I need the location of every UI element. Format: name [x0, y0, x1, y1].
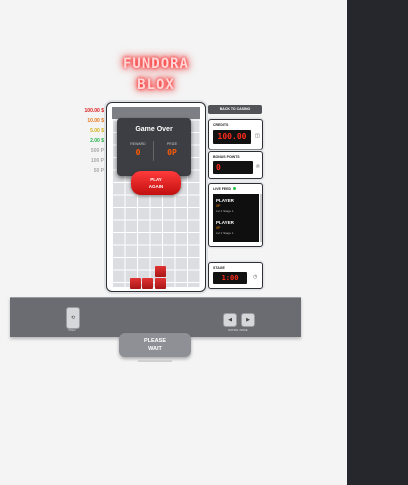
play-again-line-1: PLAY — [150, 177, 162, 182]
stage-label: STAGE — [213, 266, 225, 270]
bonus-points-label: BONUS POINTS — [213, 155, 240, 159]
play-again-line-2: AGAIN — [148, 184, 164, 189]
live-feed-label: LIVE FEED — [213, 187, 232, 191]
stacked-block — [155, 278, 166, 289]
live-feed-stage: Lvl 1 Stage 1 — [216, 231, 234, 235]
right-dark-panel — [347, 0, 408, 485]
prize-value: 0P — [167, 148, 177, 157]
live-feed-scrollbar[interactable] — [260, 194, 262, 242]
status-subtext — [138, 360, 172, 362]
paytable: 100.00 $ 10.00 $ 5.00 $ 2.00 $ 500 P 100… — [66, 106, 110, 176]
reward-block: REWARD 0 — [123, 142, 153, 157]
live-feed-stage: Lvl 1 Stage 1 — [216, 209, 234, 213]
live-feed-points: 0P — [216, 226, 221, 230]
paytable-row: 10.00 $ — [66, 116, 110, 126]
paytable-row: 500 P — [66, 146, 110, 156]
prize-label: PRIZE — [166, 142, 178, 146]
back-to-casino-button[interactable]: BACK TO CASINO — [208, 105, 262, 114]
paytable-row: 2.00 $ — [66, 136, 110, 146]
bonus-points-display: 0 — [213, 161, 253, 174]
move-left-button[interactable]: ◀ — [223, 313, 237, 327]
stacked-block — [142, 278, 153, 289]
game-logo: FUNDORA BLOX — [108, 54, 204, 96]
move-right-button[interactable]: ▶ — [241, 313, 255, 327]
game-over-dialog: Game Over REWARD 0 PRIZE 0P — [117, 118, 191, 176]
live-feed-label-wrap: LIVE FEED — [213, 187, 237, 191]
logo-line-2: BLOX — [137, 77, 175, 93]
paytable-row: 100.00 $ — [66, 106, 110, 116]
please-wait-line-2: WAIT — [148, 346, 162, 352]
live-indicator-icon — [233, 187, 237, 190]
control-bar: ⟲ HOLD ◀ ▶ ROTATE / MOVE — [10, 297, 301, 337]
live-feed-item: PLAYER 0P Lvl 1 Stage 1 — [216, 198, 256, 213]
prize-block: PRIZE 0P — [157, 142, 187, 157]
stacked-block — [155, 266, 166, 277]
bonus-points-card: BONUS POINTS 0 ℗ — [208, 151, 263, 179]
live-feed-points: 0P — [216, 204, 221, 208]
reward-value: 0 — [135, 148, 141, 157]
paytable-row: 50 P — [66, 166, 110, 176]
hold-button[interactable]: ⟲ — [66, 307, 80, 329]
credits-label: CREDITS — [213, 123, 229, 127]
live-feed-list[interactable]: PLAYER 0P Lvl 1 Stage 1 PLAYER 0P Lvl 1 … — [213, 194, 259, 242]
reward-label: REWARD — [130, 142, 146, 146]
hold-label: HOLD — [68, 329, 76, 332]
timer-icon: ◷ — [253, 274, 258, 280]
dialog-divider — [153, 141, 154, 161]
paytable-row: 100 P — [66, 156, 110, 166]
please-wait-line-1: PLEASE — [143, 338, 166, 344]
live-feed-name: PLAYER — [216, 198, 234, 203]
stage-timer-display: 1:00 — [213, 272, 247, 284]
coin-icon: ◫ — [255, 133, 260, 139]
live-feed-name: PLAYER — [216, 220, 234, 225]
logo-line-1: FUNDORA — [122, 56, 189, 72]
please-wait-button[interactable]: PLEASE WAIT — [119, 333, 191, 357]
paytable-row: 5.00 $ — [66, 126, 110, 136]
game-over-title: Game Over — [135, 126, 173, 133]
controls-label: ROTATE / MOVE — [228, 329, 248, 332]
points-icon: ℗ — [256, 164, 260, 170]
stage-card: STAGE 1:00 ◷ — [208, 262, 263, 289]
stacked-block — [130, 278, 141, 289]
play-again-button[interactable]: PLAY AGAIN — [131, 171, 181, 195]
credits-card: CREDITS 100.00 ◫ — [208, 119, 263, 150]
live-feed-item: PLAYER 0P Lvl 1 Stage 1 — [216, 220, 256, 235]
credits-display: 100.00 — [213, 130, 251, 144]
live-feed-card: LIVE FEED PLAYER 0P Lvl 1 Stage 1 PLAYER… — [208, 183, 263, 247]
